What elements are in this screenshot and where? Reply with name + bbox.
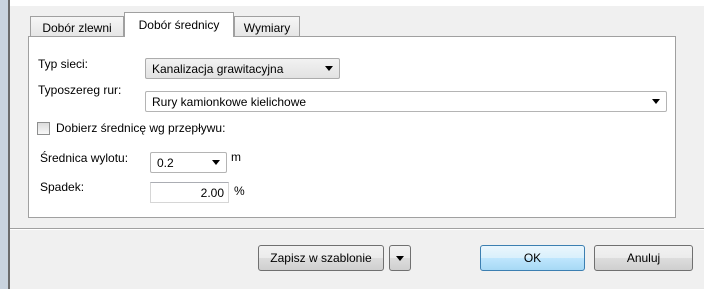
tab-dobor-srednicy[interactable]: Dobór średnicy — [124, 12, 234, 37]
dialog-window: Dobór zlewni Dobór średnicy Wymiary Typ … — [0, 0, 704, 289]
outlet-diameter-label: Średnica wylotu: — [40, 151, 129, 165]
pipe-series-select[interactable]: Rury kamionkowe kielichowe — [145, 91, 667, 112]
network-type-value: Kanalizacja grawitacyjna — [152, 61, 284, 76]
pipe-series-label: Typoszereg rur: — [38, 83, 122, 97]
separator — [10, 228, 704, 230]
cancel-button[interactable]: Anuluj — [594, 245, 693, 271]
slope-unit: % — [234, 184, 245, 198]
auto-diameter-label[interactable]: Dobierz średnicę wg przepływu: — [56, 121, 225, 135]
slope-label: Spadek: — [40, 180, 85, 194]
slope-input[interactable]: 2.00 — [150, 182, 229, 203]
save-template-dropdown-button[interactable] — [389, 245, 411, 271]
window-top-strip — [10, 0, 704, 6]
outlet-diameter-select[interactable]: 0.2 — [150, 152, 227, 173]
window-left-border — [0, 0, 10, 289]
chevron-down-icon — [212, 160, 220, 165]
save-template-button[interactable]: Zapisz w szablonie — [258, 245, 384, 271]
ok-button[interactable]: OK — [480, 245, 585, 271]
pipe-series-value: Rury kamionkowe kielichowe — [152, 94, 307, 109]
network-type-select[interactable]: Kanalizacja grawitacyjna — [145, 58, 340, 79]
auto-diameter-checkbox[interactable] — [37, 122, 50, 135]
tab-wymiary[interactable]: Wymiary — [234, 16, 300, 38]
chevron-down-icon — [396, 255, 404, 261]
chevron-down-icon — [325, 66, 333, 71]
outlet-diameter-unit: m — [231, 150, 241, 164]
tab-dobor-zlewni[interactable]: Dobór zlewni — [30, 16, 124, 38]
network-type-label: Typ sieci: — [38, 57, 89, 71]
slope-value: 2.00 — [200, 185, 224, 200]
chevron-down-icon — [652, 99, 660, 104]
outlet-diameter-value: 0.2 — [157, 155, 174, 170]
